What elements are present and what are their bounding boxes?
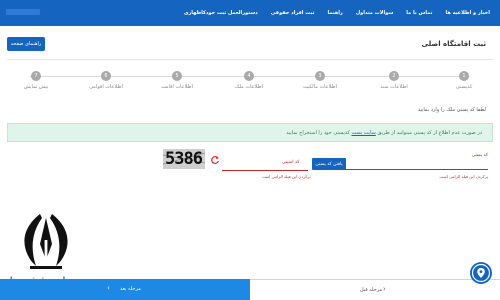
step-label: کدپستی xyxy=(455,84,473,90)
main-menu: اخبار و اطلاعیه ها تماس با ما سوالات متد… xyxy=(184,0,490,26)
step-label: اطلاعات مالکیت xyxy=(302,84,338,90)
next-step-bar[interactable]: ‹ مرحله بعد xyxy=(0,279,250,300)
step-number: 2 xyxy=(389,71,399,81)
alert-text: در صورت عدم اطلاع از کد پستی میتوانید از… xyxy=(286,130,482,136)
alert-text-after: کدپستی خود را استخراج نمایید xyxy=(286,130,350,136)
page-guide-button[interactable]: راهنمای صفحه xyxy=(7,37,45,51)
step-number: 1 xyxy=(459,71,469,81)
step-ownership-info: 3 اطلاعات مالکیت xyxy=(288,71,352,90)
form-instruction: لطفا کد پستی ملک را وارد نمایید xyxy=(417,107,486,113)
captcha-image: 5386 xyxy=(163,149,205,169)
step-number: 6 xyxy=(101,71,111,81)
location-pin-icon xyxy=(471,263,491,283)
captcha-error: پرکردن این فیلد الزامی است xyxy=(262,174,311,179)
alert-text-before: در صورت عدم اطلاع از کد پستی میتوانید از… xyxy=(377,130,482,136)
step-label: اطلاعات ملک xyxy=(235,84,263,90)
step-number: 7 xyxy=(31,71,41,81)
previous-step-label[interactable]: مرحله قبل xyxy=(360,287,382,293)
step-document-info: 2 اطلاعات سند xyxy=(362,71,426,90)
post-site-link[interactable]: سایت پست xyxy=(351,130,375,136)
top-navbar: اخبار و اطلاعیه ها تماس با ما سوالات متد… xyxy=(0,0,500,26)
captcha-input[interactable] xyxy=(222,165,308,171)
menu-item-contact[interactable]: تماس با ما xyxy=(406,10,432,16)
postal-code-input[interactable] xyxy=(345,158,488,170)
step-preview: 7 پیش نمایش xyxy=(4,71,68,90)
postal-code-error: پرکردن این فیلد الزامی است xyxy=(439,174,488,179)
info-alert: در صورت عدم اطلاع از کد پستی میتوانید از… xyxy=(7,123,493,142)
captcha-code: 5386 xyxy=(165,149,203,169)
next-step-label[interactable]: مرحله بعد xyxy=(120,286,141,292)
brand-logo[interactable] xyxy=(6,9,40,15)
menu-item-faq[interactable]: سوالات متداول xyxy=(356,10,393,16)
menu-item-self-declaration-guide[interactable]: دستورالعمل ثبت خودکاظهاری xyxy=(184,10,258,16)
step-label: پیش نمایش xyxy=(23,84,49,90)
menu-item-legal-registration[interactable]: ثبت افراد حقوقی xyxy=(271,10,315,16)
chevron-right-icon: › xyxy=(383,285,386,293)
step-residence-info: 5 اطلاعات اقامت xyxy=(145,71,209,90)
step-number: 4 xyxy=(244,71,254,81)
pen-nib-icon xyxy=(24,214,68,269)
find-postal-code-button[interactable]: یافتن کد پستی xyxy=(312,158,346,170)
step-property-info: 4 اطلاعات ملک xyxy=(217,71,281,90)
previous-step-bar[interactable]: مرحله قبل › xyxy=(250,279,500,300)
chevron-left-icon: ‹ xyxy=(107,284,110,292)
step-number: 5 xyxy=(172,71,182,81)
step-label: اطلاعات سند xyxy=(380,84,408,90)
step-label: اطلاعات اقوامی xyxy=(89,84,123,90)
page-title: ثبت اقامتگاه اصلی xyxy=(421,40,486,48)
step-number: 3 xyxy=(315,71,325,81)
menu-item-help[interactable]: راهنما xyxy=(327,10,342,16)
menu-item-news[interactable]: اخبار و اطلاعیه ها xyxy=(446,10,491,16)
divider xyxy=(7,59,493,60)
step-label: اطلاعات اقامت xyxy=(160,84,194,90)
step-relatives-info: 6 اطلاعات اقوامی xyxy=(74,71,138,90)
step-postal-code: 1 کدپستی xyxy=(432,71,496,90)
support-chat-button[interactable] xyxy=(470,262,492,284)
refresh-captcha-icon[interactable] xyxy=(210,155,220,165)
